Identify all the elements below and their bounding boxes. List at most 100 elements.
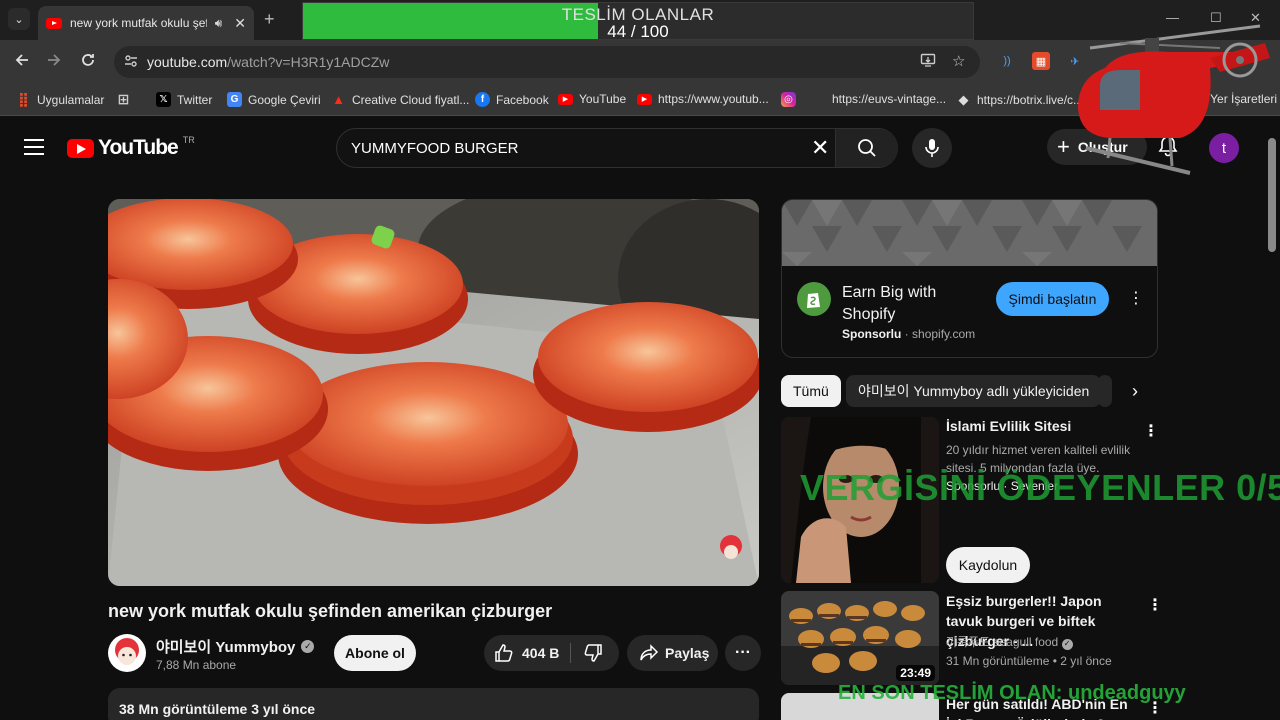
rec-more-icon[interactable]: ⋮ [1147,595,1163,615]
tab-search-menu-icon[interactable]: ⌄ [8,8,30,30]
rec-title[interactable]: İslami Evlilik Sitesi [946,416,1131,436]
channel-name-text: 야미보이 Yummyboy [156,639,296,656]
like-divider [570,643,571,663]
bookmark-tab-grid[interactable]: ⊞ [116,91,131,107]
facebook-icon: f [475,92,490,107]
subscriber-count: 7,88 Mn abone [156,658,237,672]
extension-wave-icon[interactable]: )) [998,52,1016,70]
rec-stats: 31 Mn görüntüleme • 2 yıl önce [946,654,1112,668]
bookmark-apps[interactable]: ⣿ Uygulamalar [16,91,105,107]
botrix-icon: ◆ [958,91,969,107]
search-icon [858,139,876,157]
ad-cta-button[interactable]: Şimdi başlatın [996,282,1109,316]
chevron-right-icon[interactable]: › [1120,376,1150,406]
forward-arrow-icon[interactable] [46,52,62,73]
bookmark-youtube[interactable]: ▶ YouTube [558,92,626,106]
ad-banner-image [782,200,1157,266]
search-button[interactable] [835,129,898,167]
ad-title: Earn Big with Shopify [842,284,937,323]
shopify-logo-icon [797,282,831,316]
bookmark-label: Facebook [496,92,549,107]
rec-thumbnail[interactable]: 23:49 [781,591,939,685]
verified-check-icon: ✓ [301,640,315,653]
youtube-icon: ▶ [558,93,573,105]
video-duration: 23:49 [896,665,935,681]
chip-all[interactable]: Tümü [781,375,841,407]
youtube-play-icon [67,138,94,158]
rec-description-line: 20 yıldır hizmet veren kaliteli evlilik [946,443,1131,457]
bookmark-label: YouTube [579,92,627,106]
search-box: YUMMYFOOD BURGER ✕ [336,128,898,168]
channel-name[interactable]: 야미보이 Yummyboy ✓ [156,636,315,657]
ad-more-icon[interactable]: ⋮ [1128,288,1144,308]
thumbs-up-icon [495,644,513,662]
site-info-icon[interactable] [124,54,138,71]
browser-tab-active[interactable]: new york mutfak okulu şefinden amerikan … [38,6,254,40]
bookmark-label: https://euvs-vintage... [832,92,947,106]
extension-office-icon[interactable]: ▦ [1032,52,1050,70]
country-code: TR [182,135,195,145]
address-bar[interactable]: youtube.com/watch?v=H3R1y1ADCZw ☆ [114,46,980,78]
bookmark-creative-cloud[interactable]: ▲ Creative Cloud fiyatl... [331,92,469,107]
chip-uploader[interactable]: 야미보이 Yummyboy adlı yükleyiciden [846,375,1102,407]
ad-meta: Sponsorlu · shopify.com [842,327,976,341]
rec-channel-name: 끼룩푸드 seagull food [946,635,1059,649]
back-arrow-icon[interactable] [14,52,30,73]
bookmark-label: https://www.youtub... [658,92,769,106]
bookmark-label: Uygulamalar [37,92,105,107]
rec-signup-button[interactable]: Kaydolun [946,547,1030,583]
bookmark-instagram[interactable]: ◎ [781,92,796,107]
ad-card[interactable]: Earn Big with Shopify Sponsorlu · shopif… [781,199,1158,358]
bookmark-label: Twitter [177,92,213,107]
bookmark-star-icon[interactable]: ☆ [952,52,965,70]
chip-next-partial [1098,375,1112,407]
share-button[interactable]: Paylaş [627,635,718,671]
search-input[interactable]: YUMMYFOOD BURGER [351,140,519,157]
speaker-icon[interactable]: 🔊︎ [215,16,223,31]
bookmark-google-translate[interactable]: G Google Çeviri [227,92,321,107]
reload-icon[interactable] [80,52,96,73]
new-tab-plus-icon[interactable]: + [264,9,275,30]
youtube-logo[interactable]: YouTube TR [67,135,195,160]
rec-channel: 끼룩푸드 seagull food ✓ [946,633,1136,651]
share-label: Paylaş [665,645,710,661]
like-count: 404 B [522,645,560,661]
voice-search-button[interactable] [912,128,952,168]
dislike-button[interactable] [583,643,603,668]
bookmark-youtube-url[interactable]: ▶ https://www.youtub... [637,92,769,106]
verified-check-icon: ✓ [1061,638,1073,650]
like-dislike-group: 404 B [484,635,619,671]
bookmark-facebook[interactable]: f Facebook [475,92,549,107]
bookmark-label: Creative Cloud fiyatl... [352,92,470,107]
like-button[interactable]: 404 B [494,643,559,663]
tab-title: new york mutfak okulu şefinden amerikan … [70,16,207,30]
x-icon: 𝕏 [156,92,171,107]
clear-search-icon[interactable]: ✕ [811,135,829,161]
logo-word: YouTube [98,136,179,159]
overlay-last-surrender: EN SON TESLİM OLAN: undeadguyy [838,682,1186,704]
apps-grid-icon: ⣿ [18,91,29,107]
teslim-progress-bar: TESLİM OLANLAR 44 / 100 [302,2,974,40]
bookmark-euvs[interactable]: https://euvs-vintage... [832,92,946,106]
translate-icon: G [227,92,242,107]
bookmark-label: Google Çeviri [248,92,321,107]
more-actions-icon[interactable]: ··· [725,635,761,671]
video-player[interactable] [108,199,759,586]
tab-grid-icon: ⊞ [117,91,130,107]
channel-avatar[interactable] [108,634,146,672]
video-frame-tomatoes [108,199,759,586]
overlay-tax-payers: VERGİSİNİ ÖDEYENLER 0/5 [800,467,1280,508]
rec-more-icon[interactable]: ⋮ [1143,421,1159,441]
install-app-icon[interactable] [920,52,936,72]
hamburger-menu-icon[interactable] [24,139,44,155]
video-title: new york mutfak okulu şefinden amerikan … [108,601,553,621]
bookmark-twitter[interactable]: 𝕏 Twitter [156,92,212,107]
adobe-icon: ▲ [332,92,345,107]
instagram-icon: ◎ [781,92,796,107]
description-box[interactable]: 38 Mn görüntüleme 3 yıl önce [108,688,759,720]
subscribe-button[interactable]: Abone ol [334,635,416,671]
thumbs-down-icon [584,644,602,662]
close-tab-icon[interactable]: ✕ [234,15,246,32]
microphone-icon [925,139,939,157]
youtube-favicon-icon [46,17,62,29]
